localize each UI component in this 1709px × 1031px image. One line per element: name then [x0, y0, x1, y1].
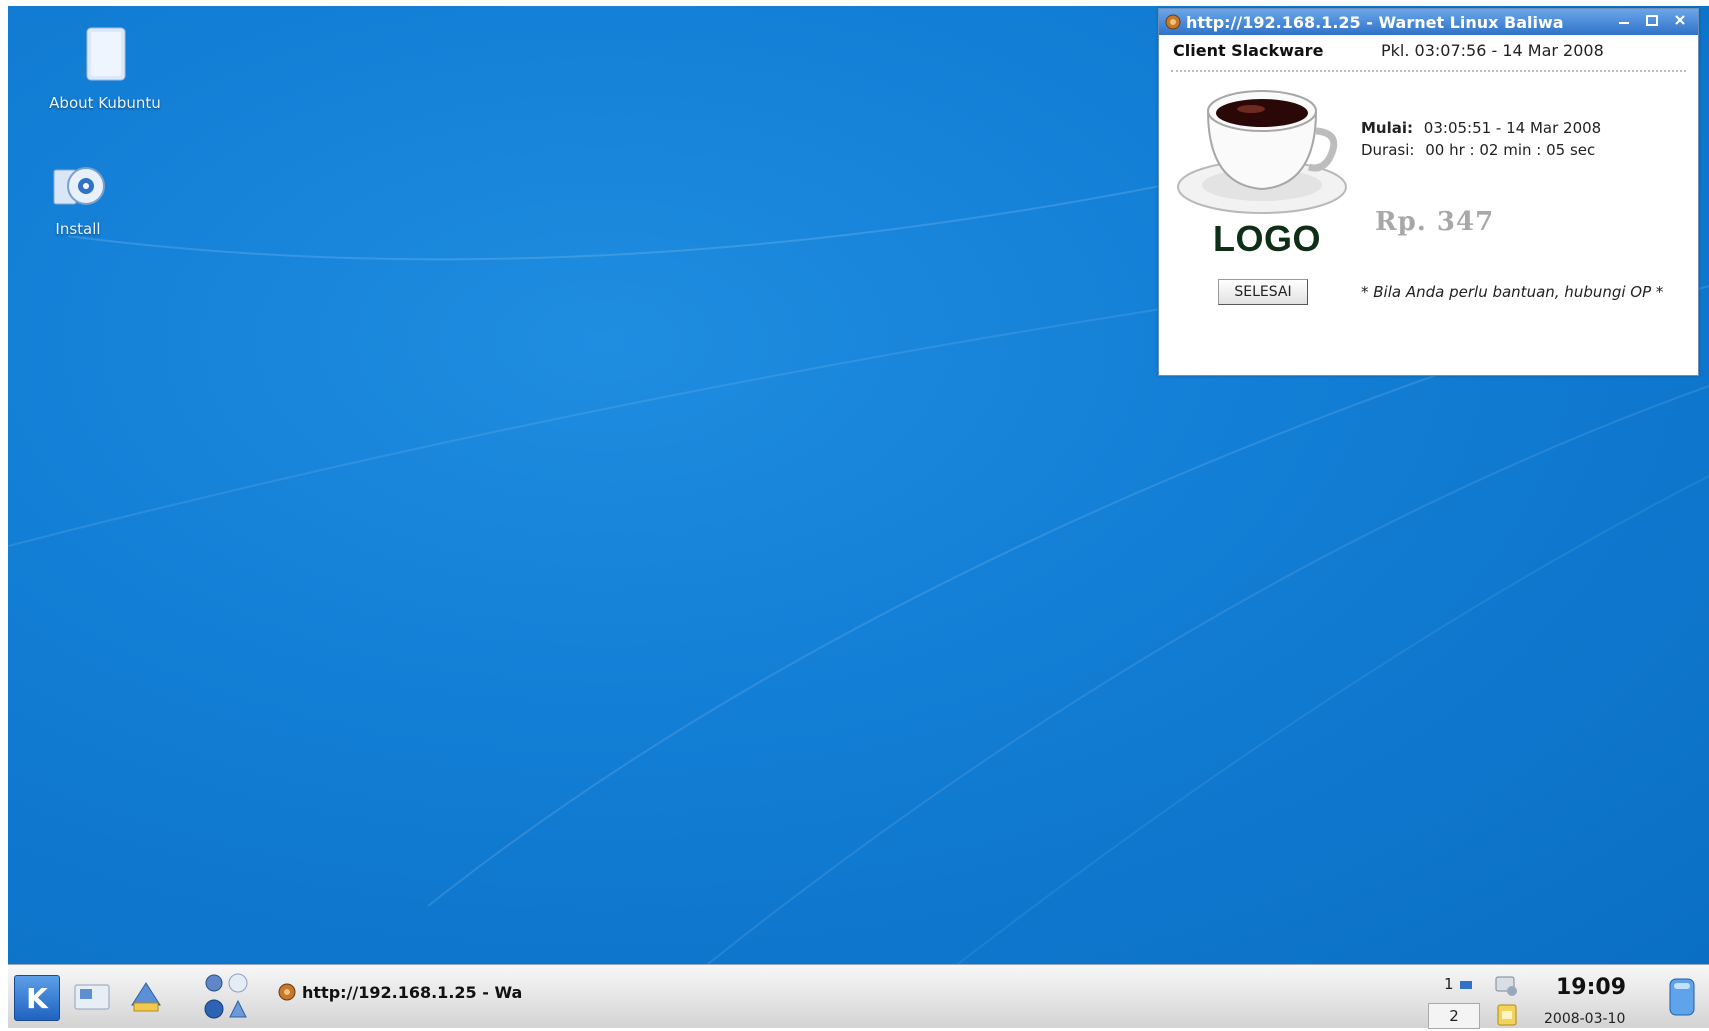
start-row: Mulai: 03:05:51 - 14 Mar 2008 [1361, 119, 1601, 137]
install-icon [53, 167, 105, 205]
logo-text: LOGO [1213, 218, 1321, 259]
desktop-pager-1[interactable]: 1 [1444, 975, 1473, 993]
quick-launch-web-icon [204, 999, 224, 1019]
file-manager-button[interactable] [126, 977, 166, 1017]
quick-launch-people-icon [205, 974, 223, 992]
trash-button[interactable] [1666, 973, 1698, 1019]
desktop-icon-about-kubuntu[interactable]: About Kubuntu [30, 24, 180, 112]
minimize-button[interactable] [1612, 13, 1636, 31]
quick-launch-group [200, 971, 256, 1019]
selesai-button[interactable]: SELESAI [1218, 279, 1308, 305]
pager-label-1: 1 [1444, 975, 1454, 993]
coffee-cup-icon [1177, 90, 1347, 214]
active-desktop-icon [1460, 981, 1473, 989]
browser-app-icon [278, 983, 296, 1001]
kde-menu-button[interactable]: K [14, 975, 60, 1021]
taskbar: K http://192.168.1.25 - Wa 1 2 19:09 200… [8, 964, 1709, 1029]
billing-window: http://192.168.1.25 - Warnet Linux Baliw… [1158, 8, 1699, 376]
pager-label-2: 2 [1449, 1007, 1459, 1025]
quick-launch-icons [204, 973, 248, 1019]
konqueror-icon [131, 982, 161, 1012]
document-icon [86, 27, 126, 81]
taskbar-task-title: http://192.168.1.25 - Wa [302, 982, 523, 1002]
taskbar-task-button[interactable]: http://192.168.1.25 - Wa [278, 977, 522, 1007]
browser-app-icon [1165, 14, 1181, 30]
desktop-icon-label: Install [55, 220, 101, 238]
quick-launch-globe-icon [228, 973, 248, 993]
desktop-icon-label: About Kubuntu [49, 94, 161, 112]
desktop-icon-install[interactable]: Install [30, 156, 126, 238]
duration-label: Durasi: [1361, 141, 1415, 159]
clock-date: 2008-03-10 [1544, 1011, 1626, 1027]
desktop-icon [74, 984, 110, 1010]
desktop-pager-2[interactable]: 2 [1428, 1003, 1480, 1029]
current-time: Pkl. 03:07:56 - 14 Mar 2008 [1381, 41, 1604, 60]
divider [1171, 70, 1686, 72]
network-icon [1495, 976, 1517, 996]
quick-launch-tools-icon [229, 999, 247, 1018]
maximize-icon [1646, 15, 1658, 26]
window-titlebar[interactable]: http://192.168.1.25 - Warnet Linux Baliw… [1159, 9, 1698, 35]
tray-clipboard-button[interactable] [1494, 1003, 1520, 1027]
trash-icon [1669, 978, 1695, 1016]
clipboard-icon [1497, 1004, 1517, 1026]
minimize-icon [1619, 22, 1629, 24]
close-icon [1675, 15, 1685, 25]
start-value: 03:05:51 - 14 Mar 2008 [1423, 119, 1602, 137]
tray-network-button[interactable] [1490, 971, 1522, 999]
show-desktop-button[interactable] [72, 977, 112, 1017]
duration-row: Durasi: 00 hr : 02 min : 05 sec [1361, 141, 1595, 159]
window-title: http://192.168.1.25 - Warnet Linux Baliw… [1186, 12, 1564, 32]
client-name: Client Slackware [1173, 41, 1324, 60]
duration-value: 00 hr : 02 min : 05 sec [1425, 141, 1596, 159]
window-body: Client Slackware Pkl. 03:07:56 - 14 Mar … [1159, 35, 1698, 375]
start-label: Mulai: [1361, 119, 1414, 137]
svg-text:K: K [26, 982, 49, 1015]
price-display: Rp. 347 [1375, 207, 1495, 237]
maximize-button[interactable] [1640, 13, 1664, 31]
help-text: * Bila Anda perlu bantuan, hubungi OP * [1361, 283, 1664, 301]
kde-logo-icon: K [26, 982, 49, 1015]
close-button[interactable] [1668, 13, 1692, 31]
clock-time[interactable]: 19:09 [1556, 975, 1626, 1000]
